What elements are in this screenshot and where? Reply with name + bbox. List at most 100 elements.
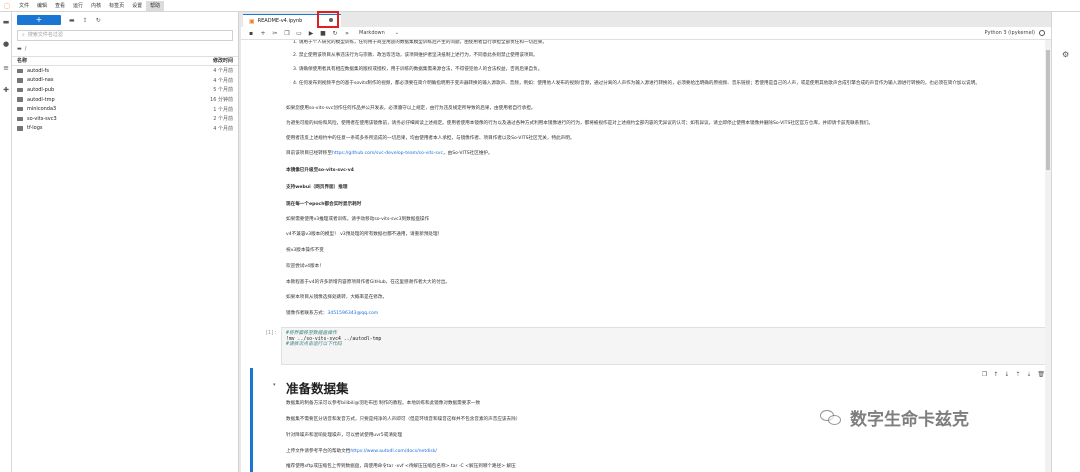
menu-view[interactable]: 查看 [51, 1, 69, 11]
new-launcher-button[interactable]: + [17, 15, 61, 25]
move-up-icon[interactable]: ↑ [993, 371, 998, 378]
cut-icon[interactable]: ✂ [269, 30, 281, 37]
md-bold-line: 本镜像已升级至so-vits-svc-v4 [286, 168, 354, 173]
watermark-text: 数字生命卡兹克 [850, 410, 969, 430]
file-browser: + ▬ ⇪ ↻ ⌕ 搜索文件名过滤 ▬ / 名称 修改时间 autodl-fs 4… [12, 12, 239, 472]
kernel-status-icon [1039, 30, 1045, 36]
folder-icon [17, 106, 23, 112]
property-inspector-gear-icon[interactable]: ⚙ [1062, 50, 1069, 59]
file-modified: 2 个月前 [213, 116, 233, 123]
menu-help[interactable]: 帮助 [146, 0, 165, 11]
md-list-item: 1. 请用于个人研究的模型训练，任何用于商业用途的数据集模型训练后产生的问题，由… [293, 40, 547, 45]
jupyterlab-window: ◌ 文件 编辑 查看 运行 内核 标签页 设置 帮助 ▬ ● ≡ ✚ + ▬ ⇪… [0, 0, 1080, 472]
breadcrumb: ▬ / [17, 45, 233, 54]
new-folder-icon[interactable]: ▬ [69, 17, 75, 24]
paste-icon[interactable]: ▭ [293, 30, 305, 37]
contact-email[interactable]: 3451596343@qq.com [327, 311, 378, 316]
tab-bar: ▣ README-v4.ipynb [241, 11, 1051, 28]
folder-icon [17, 68, 23, 74]
file-modified: 4 个月前 [213, 125, 233, 132]
repo-link[interactable]: https://github.com/svc-develop-team/so-v… [332, 151, 443, 156]
folder-icon [17, 97, 23, 102]
file-name-cell: autodl-fs [17, 68, 49, 74]
breadcrumb-path[interactable]: / [25, 45, 27, 54]
running-icon[interactable]: ● [2, 40, 10, 48]
file-filter-placeholder: 搜索文件名过滤 [27, 32, 63, 38]
move-down-icon[interactable]: ↓ [1004, 371, 1009, 378]
menu-edit[interactable]: 编辑 [33, 1, 51, 11]
menu-settings[interactable]: 设置 [128, 1, 146, 11]
add-cell-icon[interactable]: + [257, 30, 269, 37]
folder-home-icon[interactable]: ▬ [17, 45, 22, 54]
help-link[interactable]: https://www.autodl.com/docs/netdisk/ [350, 449, 437, 454]
md-bold-line: 支持webui（网页界面）推理 [286, 185, 348, 190]
cell-toolbar: ❐ ↑ ↓ ⇡ ⇣ 🗑 [982, 371, 1045, 378]
md-line: 本教程基于v4的许多新增内容原项目作者GitHub，在这里感谢作者大大的付出。 [286, 280, 450, 285]
active-cell-indicator [250, 368, 253, 472]
file-row[interactable]: autodl-fs 4 个月前 [12, 66, 238, 76]
column-modified[interactable]: 修改时间 [213, 57, 233, 65]
extensions-icon[interactable]: ✚ [2, 86, 10, 94]
code-cell[interactable]: [1]: #将界面移至数据盘操作 !mv ../so-vits-svc4 ../… [265, 327, 1051, 365]
restart-icon[interactable]: ↻ [329, 30, 341, 37]
cell-type-value: Markdown [359, 30, 385, 36]
upload-icon[interactable]: ⇪ [83, 17, 88, 24]
menu-run[interactable]: 运行 [69, 1, 87, 11]
file-row[interactable]: tf-logs 4 个月前 [12, 124, 238, 134]
scrollbar-thumb[interactable] [1046, 50, 1050, 170]
duplicate-icon[interactable]: ❐ [982, 371, 987, 378]
code-editor[interactable]: #将界面移至数据盘操作 !mv ../so-vits-svc4 ../autod… [281, 327, 1051, 365]
file-name-cell: autodl-tmp [17, 97, 55, 103]
repo-suffix: ，由So-VITS社区维护。 [443, 151, 493, 156]
fast-forward-icon[interactable]: » [341, 30, 353, 37]
tab-readme[interactable]: ▣ README-v4.ipynb [243, 11, 341, 28]
file-name: autodl-nas [27, 77, 54, 84]
copy-icon[interactable]: ❐ [281, 30, 293, 37]
code-line: #请依次点击运行以下代码 [286, 342, 342, 347]
jupyter-logo-icon: ◌ [3, 0, 11, 10]
file-row[interactable]: autodl-pub 5 个月前 [12, 85, 238, 95]
menu-kernel[interactable]: 内核 [87, 1, 105, 11]
md-list-item: 4. 任何发布到视频平台的基于sovits制作的视频，都必须要在简介明确指明用于… [293, 81, 980, 86]
delete-icon[interactable]: 🗑 [1037, 371, 1045, 378]
md-line: 如果需要使用v3推理或者训练，请手动移动so-vits-svc3到数据盘操作 [286, 217, 430, 222]
md-list-item: 2. 禁止使用该项目从事违法行为与宗教、政治等活动，该项目维护者坚决抵制上述行为… [293, 53, 538, 58]
md-paragraph: 为避免可能的纠纷和风险，使用者在使用该镜像前，请务必仔细阅读上述规定。使用者使用… [286, 121, 874, 126]
file-name-cell: autodl-pub [17, 87, 54, 93]
md-repo-line: 目前该项目已经转移至https://github.com/svc-develop… [286, 151, 1046, 157]
refresh-icon[interactable]: ↻ [96, 17, 101, 24]
md-line: 祝v3版本操作不变 [286, 248, 324, 253]
commands-icon[interactable]: ≡ [2, 64, 10, 72]
insert-above-icon[interactable]: ⇡ [1015, 371, 1020, 378]
collapse-heading-icon[interactable]: ▾ [273, 382, 276, 388]
file-row[interactable]: autodl-nas 4 个月前 [12, 76, 238, 86]
md-list-item: 3. 请确保使用者具有相应数据集的版权或授权，用于训练的数据集需来源合法，不得侵… [293, 67, 543, 72]
file-row[interactable]: autodl-tmp 16 分钟前 [12, 95, 238, 105]
file-row[interactable]: miniconda3 1 个月前 [12, 104, 238, 114]
cell-type-select[interactable]: Markdown ⌄ [359, 30, 399, 36]
run-icon[interactable]: ▶ [305, 30, 317, 37]
highlight-box [317, 11, 339, 28]
file-name: autodl-pub [27, 86, 55, 93]
md-line: v4不兼容v3版本的模型！ v3预处理的所有数据也都不通用，请重新预处理！ [286, 232, 443, 237]
folder-icon[interactable]: ▬ [2, 18, 10, 26]
stop-icon[interactable]: ■ [317, 30, 329, 37]
save-icon[interactable]: ▪ [245, 30, 257, 37]
md-line: 针对降噪声和混响处理噪声，可以尝试使用uvr5或清处理 [286, 433, 403, 438]
column-name[interactable]: 名称 [17, 57, 27, 65]
folder-icon [17, 126, 23, 131]
folder-icon [17, 87, 23, 93]
execution-prompt: [1]: [265, 330, 278, 336]
file-name: miniconda3 [27, 106, 57, 113]
file-list-header: 名称 修改时间 [12, 56, 238, 66]
menu-tabs[interactable]: 标签页 [105, 1, 128, 11]
search-icon: ⌕ [22, 32, 25, 38]
insert-below-icon[interactable]: ⇣ [1026, 371, 1031, 378]
file-modified: 1 个月前 [213, 106, 233, 113]
kernel-indicator[interactable]: Python 3 (ipykernel) [984, 30, 1045, 36]
file-row[interactable]: so-vits-svc3 2 个月前 [12, 114, 238, 124]
file-name-cell: so-vits-svc3 [17, 116, 57, 122]
notebook-icon: ▣ [249, 17, 255, 25]
menu-file[interactable]: 文件 [15, 1, 33, 11]
file-filter-input[interactable]: ⌕ 搜索文件名过滤 [17, 30, 233, 41]
